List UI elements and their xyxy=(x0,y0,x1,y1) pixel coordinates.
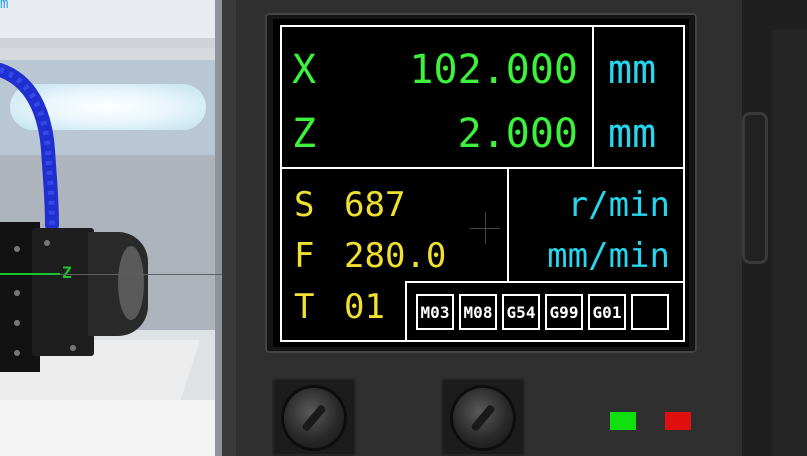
tool-number-value: 01 xyxy=(344,287,385,327)
scene-frame xyxy=(215,0,222,456)
status-led-green xyxy=(610,412,636,430)
z-position-value: 2.000 xyxy=(457,111,578,157)
bolt-icon xyxy=(14,320,20,326)
modal-code-m08[interactable]: M08 xyxy=(459,294,497,330)
knob-pointer-icon xyxy=(470,403,496,433)
z-unit-label: mm xyxy=(608,111,657,157)
x-axis-label: X xyxy=(292,47,317,93)
spindle-unit-label: r/min xyxy=(567,185,670,225)
panel-edge xyxy=(222,0,236,456)
scene-strip xyxy=(0,38,222,48)
override-knob-left[interactable] xyxy=(284,388,344,448)
modal-code-g99[interactable]: G99 xyxy=(545,294,583,330)
coolant-hose xyxy=(0,63,59,230)
override-knob-right[interactable] xyxy=(453,388,513,448)
side-door xyxy=(772,30,807,456)
bolt-icon xyxy=(70,345,76,351)
feed-label: F xyxy=(294,236,315,276)
feed-unit-label: mm/min xyxy=(547,236,670,276)
bolt-icon xyxy=(44,240,50,246)
cursor-crosshair xyxy=(485,212,486,244)
x-position-value: 102.000 xyxy=(409,47,578,93)
machine-scene: m Z xyxy=(0,0,222,456)
z-axis-label: Z xyxy=(292,111,317,157)
modal-code-g01[interactable]: G01 xyxy=(588,294,626,330)
x-axis-indicator xyxy=(0,273,60,275)
z-axis-label: Z xyxy=(62,263,72,282)
scene-top-label: m xyxy=(0,0,9,12)
bolt-icon xyxy=(14,290,20,296)
modal-code-empty[interactable] xyxy=(631,294,669,330)
spindle-label: S xyxy=(294,185,315,225)
spindle-speed-value: 687 xyxy=(344,185,406,225)
door-handle[interactable] xyxy=(742,112,768,264)
status-led-red xyxy=(665,412,691,430)
bolt-icon xyxy=(14,350,20,356)
bed xyxy=(0,400,222,456)
modal-code-g54[interactable]: G54 xyxy=(502,294,540,330)
scene-ceiling xyxy=(0,0,222,40)
knob-pointer-icon xyxy=(301,403,327,433)
chuck-body xyxy=(32,228,94,356)
tool-label: T xyxy=(294,287,315,327)
feed-rate-value: 280.0 xyxy=(344,236,447,276)
modal-code-m03[interactable]: M03 xyxy=(416,294,454,330)
bolt-icon xyxy=(14,246,20,252)
x-unit-label: mm xyxy=(608,47,657,93)
chuck-face xyxy=(118,246,144,320)
